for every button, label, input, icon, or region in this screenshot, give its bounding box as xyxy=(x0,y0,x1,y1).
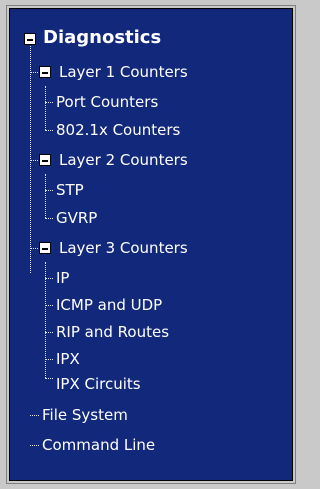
collapse-box-icon[interactable] xyxy=(24,33,36,45)
diagnostics-tree-panel: Diagnostics Layer 1 Counters Port Counte… xyxy=(7,6,295,483)
tree-node-layer-1-counters[interactable]: Layer 1 Counters xyxy=(9,60,269,84)
tree-node-label: Layer 3 Counters xyxy=(59,239,188,257)
tree-node-ipx[interactable]: IPX xyxy=(9,347,269,371)
tree-node-label: IP xyxy=(56,269,70,287)
tree-node-ipx-circuits[interactable]: IPX Circuits xyxy=(9,372,269,396)
tree-node-label: GVRP xyxy=(56,209,98,227)
tree-node-label: Layer 1 Counters xyxy=(59,63,188,81)
tree-node-layer-2-counters[interactable]: Layer 2 Counters xyxy=(9,148,269,172)
tree-node-label: Layer 2 Counters xyxy=(59,151,188,169)
tree-node-label: ICMP and UDP xyxy=(56,296,163,314)
tree-node-icmp-and-udp[interactable]: ICMP and UDP xyxy=(9,293,269,317)
tree-node-label: IPX xyxy=(56,350,80,368)
collapse-box-icon[interactable] xyxy=(39,242,51,254)
tree-node-stp[interactable]: STP xyxy=(9,178,269,202)
tree-node-diagnostics[interactable]: Diagnostics xyxy=(9,26,269,50)
tree-node-layer-3-counters[interactable]: Layer 3 Counters xyxy=(9,236,269,260)
collapse-box-icon[interactable] xyxy=(39,154,51,166)
tree-node-port-counters[interactable]: Port Counters xyxy=(9,90,269,114)
tree-node-file-system[interactable]: File System xyxy=(9,403,269,427)
tree-node-label: Diagnostics xyxy=(43,27,162,48)
tree-node-label: Command Line xyxy=(42,436,156,454)
tree-node-label: RIP and Routes xyxy=(56,323,170,341)
tree-node-command-line[interactable]: Command Line xyxy=(9,433,269,457)
tree-node-ip[interactable]: IP xyxy=(9,266,269,290)
tree-node-8021x-counters[interactable]: 802.1x Counters xyxy=(9,118,269,142)
tree-node-label: 802.1x Counters xyxy=(56,121,181,139)
tree-node-label: File System xyxy=(42,406,128,424)
tree-node-gvrp[interactable]: GVRP xyxy=(9,206,269,230)
diagnostics-tree: Diagnostics Layer 1 Counters Port Counte… xyxy=(9,8,293,481)
tree-node-label: IPX Circuits xyxy=(56,375,141,393)
tree-node-rip-and-routes[interactable]: RIP and Routes xyxy=(9,320,269,344)
collapse-box-icon[interactable] xyxy=(39,66,51,78)
tree-node-label: Port Counters xyxy=(56,93,159,111)
tree-node-label: STP xyxy=(56,181,84,199)
